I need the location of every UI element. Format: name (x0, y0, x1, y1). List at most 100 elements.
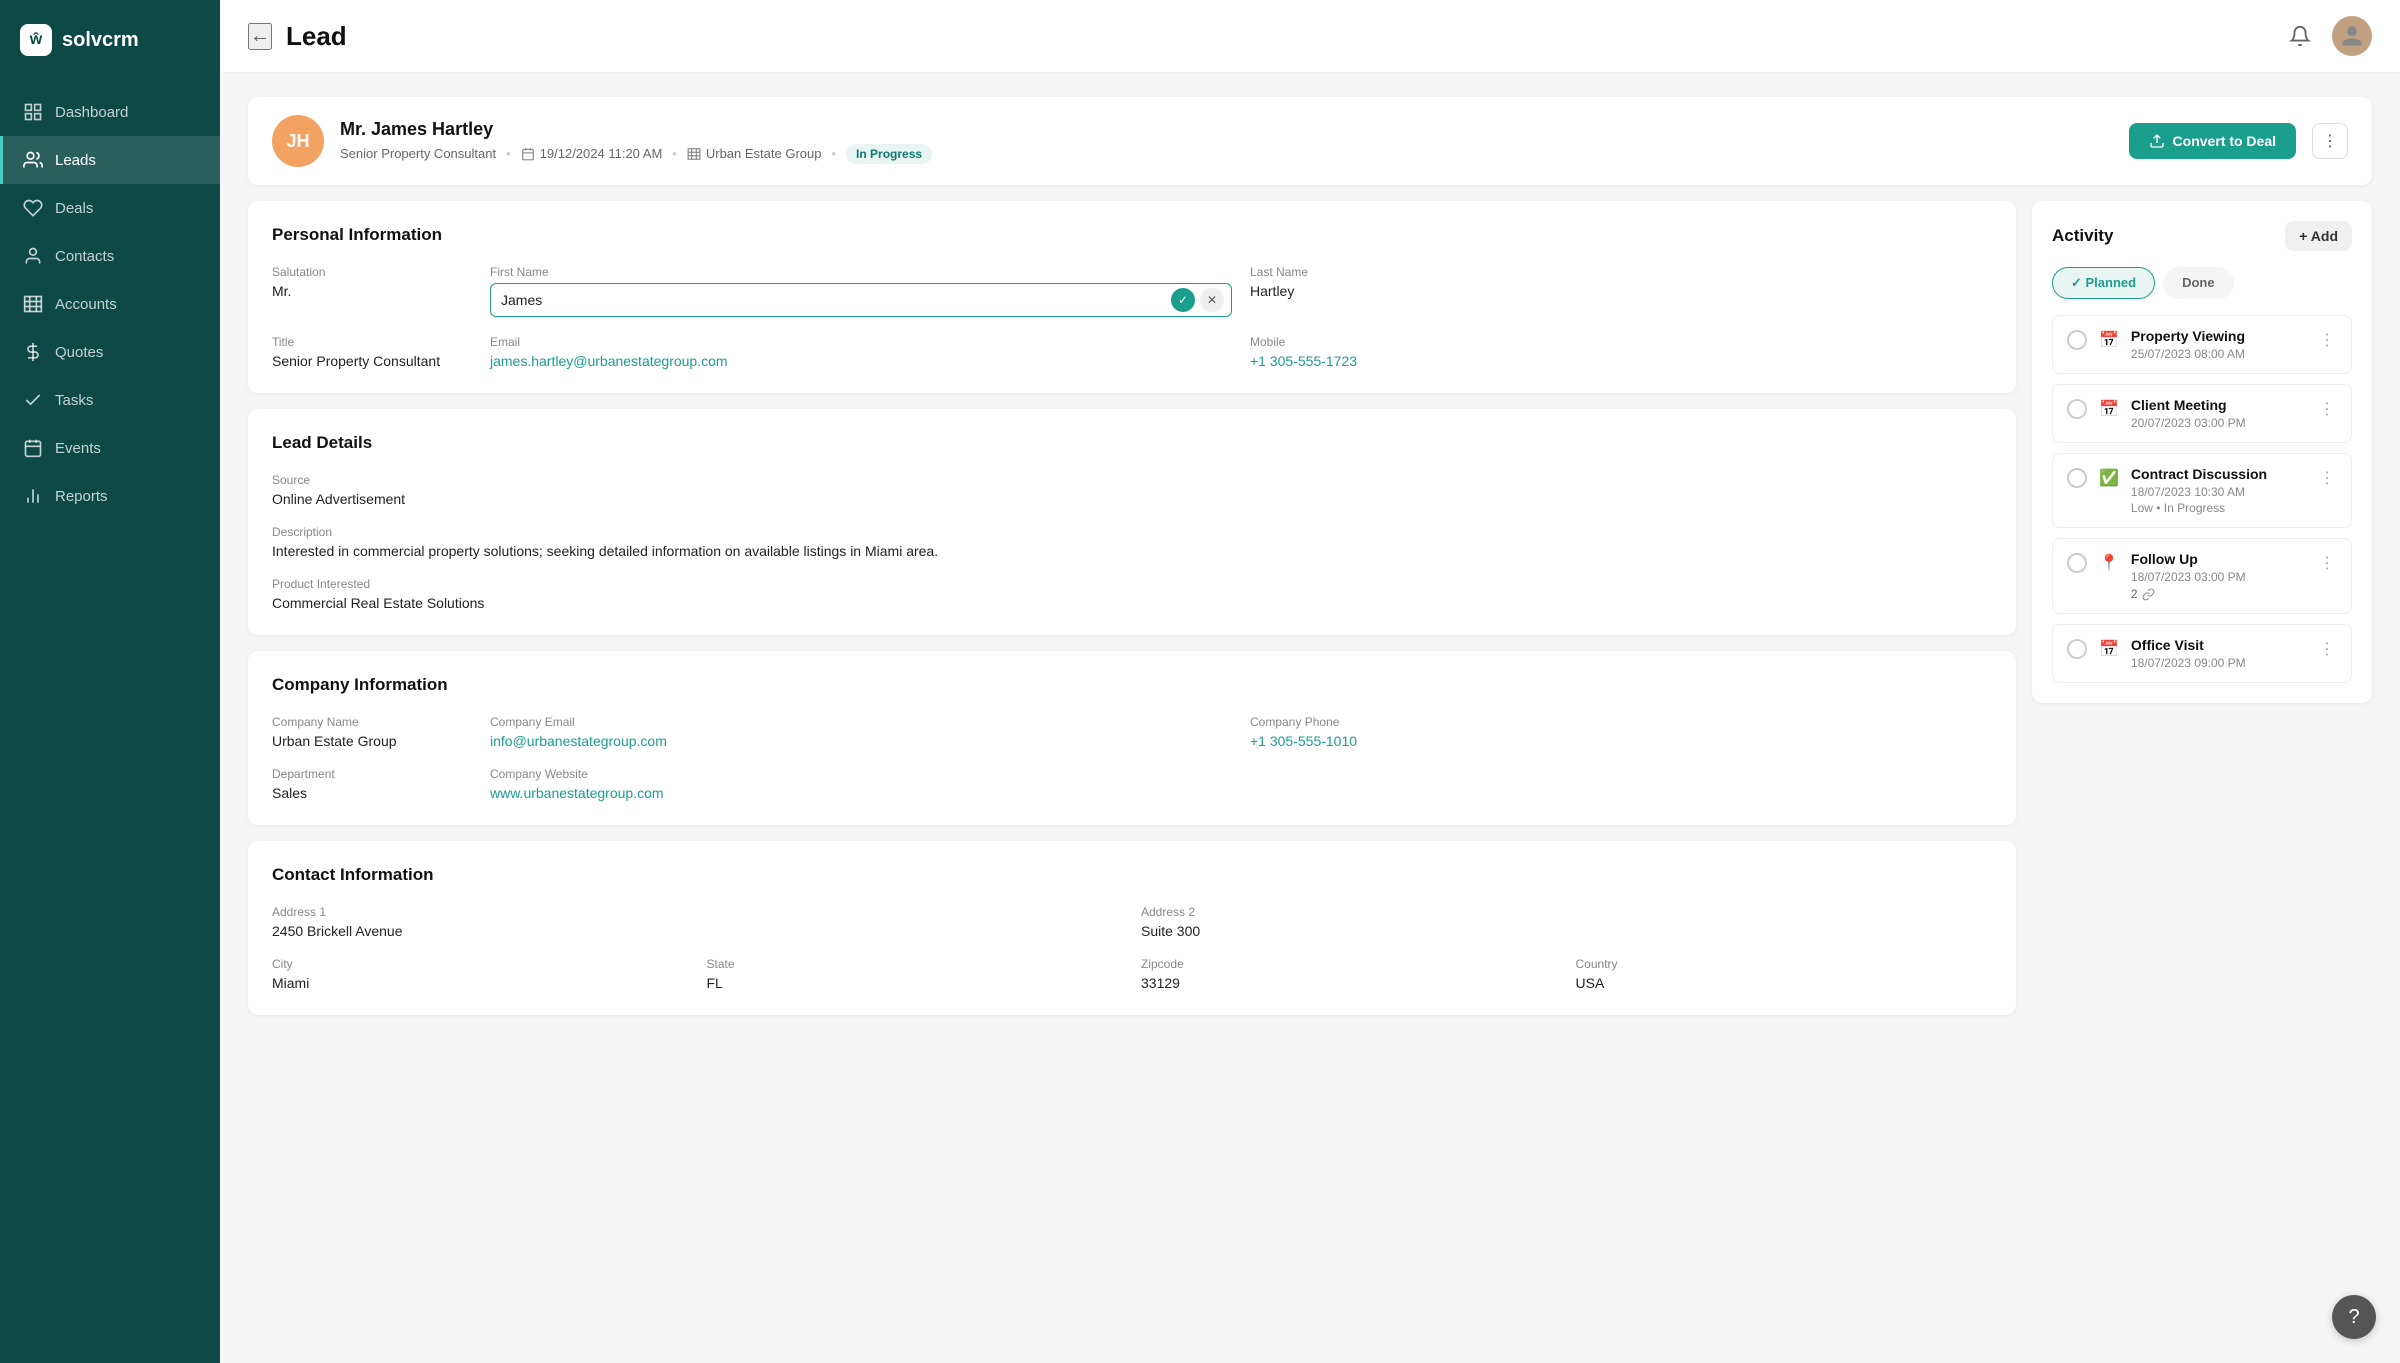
company-email-value: info@urbanestategroup.com (490, 733, 1232, 749)
pin-activity-icon-3: 📍 (2099, 553, 2119, 573)
company-info-section: Company Information Company Name Urban E… (248, 651, 2016, 825)
activity-more-4[interactable]: ⋮ (2317, 637, 2337, 661)
city-label: City (272, 957, 689, 971)
page-header: ← Lead (220, 0, 2400, 73)
building-icon (23, 294, 43, 314)
activity-info-0: Property Viewing 25/07/2023 08:00 AM (2131, 328, 2305, 361)
calendar-small-icon (521, 147, 535, 161)
description-value: Interested in commercial property soluti… (272, 543, 1992, 559)
email-field: Email james.hartley@urbanestategroup.com (490, 335, 1232, 369)
activity-check-0[interactable] (2067, 330, 2087, 350)
sidebar-item-deals[interactable]: Deals (0, 184, 220, 232)
product-field: Product Interested Commercial Real Estat… (272, 577, 1992, 611)
sidebar-item-contacts[interactable]: Contacts (0, 232, 220, 280)
lead-details-section: Lead Details Source Online Advertisement… (248, 409, 2016, 635)
zipcode-field: Zipcode 33129 (1141, 957, 1558, 991)
list-item: ✅ Contract Discussion 18/07/2023 10:30 A… (2052, 453, 2352, 528)
meta-divider-3: • (831, 146, 836, 161)
sidebar-item-accounts[interactable]: Accounts (0, 280, 220, 328)
activity-info-2: Contract Discussion 18/07/2023 10:30 AM … (2131, 466, 2305, 515)
header-right (2282, 16, 2372, 56)
first-name-input[interactable] (490, 283, 1232, 317)
activity-check-1[interactable] (2067, 399, 2087, 419)
person-icon (23, 246, 43, 266)
convert-to-deal-button[interactable]: Convert to Deal (2129, 123, 2296, 159)
sidebar-item-contacts-label: Contacts (55, 248, 114, 265)
sidebar-item-leads[interactable]: Leads (0, 136, 220, 184)
website-field: Company Website www.urbanestategroup.com (490, 767, 1232, 801)
activity-header: Activity + Add (2052, 221, 2352, 251)
activity-more-3[interactable]: ⋮ (2317, 551, 2337, 575)
company-name-value: Urban Estate Group (272, 733, 472, 749)
activity-check-4[interactable] (2067, 639, 2087, 659)
app-name: solvcrm (62, 29, 139, 52)
state-value: FL (707, 975, 1124, 991)
activity-name-1: Client Meeting (2131, 397, 2305, 413)
country-field: Country USA (1576, 957, 1993, 991)
sidebar-item-dashboard-label: Dashboard (55, 104, 128, 121)
lead-avatar: JH (272, 115, 324, 167)
status-badge: In Progress (846, 144, 932, 164)
address2-field: Address 2 Suite 300 (1141, 905, 1992, 939)
first-name-field: First Name ✓ ✕ (490, 265, 1232, 317)
page-title: Lead (286, 21, 347, 52)
company-icon (687, 147, 701, 161)
logo-icon: ŵ (20, 24, 52, 56)
activity-check-3[interactable] (2067, 553, 2087, 573)
activity-name-4: Office Visit (2131, 637, 2305, 653)
calendar-activity-icon-4: 📅 (2099, 639, 2119, 659)
help-button[interactable]: ? (2332, 1295, 2376, 1339)
sidebar-item-events[interactable]: Events (0, 424, 220, 472)
first-name-label: First Name (490, 265, 1232, 279)
sidebar-nav: Dashboard Leads Deals Contacts Accounts … (0, 80, 220, 1363)
lead-header-info: Mr. James Hartley Senior Property Consul… (340, 119, 2113, 164)
tab-planned[interactable]: ✓ Planned (2052, 267, 2155, 299)
sidebar-item-reports[interactable]: Reports (0, 472, 220, 520)
department-label: Department (272, 767, 472, 781)
activity-info-3: Follow Up 18/07/2023 03:00 PM 2 (2131, 551, 2305, 601)
activity-card: Activity + Add ✓ Planned Done (2032, 201, 2372, 703)
last-name-value: Hartley (1250, 283, 1992, 299)
activity-more-2[interactable]: ⋮ (2317, 466, 2337, 490)
title-value: Senior Property Consultant (272, 353, 472, 369)
activity-name-0: Property Viewing (2131, 328, 2305, 344)
back-button[interactable]: ← (248, 23, 272, 50)
country-value: USA (1576, 975, 1993, 991)
cancel-button[interactable]: ✕ (1200, 288, 1224, 312)
tab-done[interactable]: Done (2163, 267, 2234, 299)
notification-bell[interactable] (2282, 18, 2318, 54)
lead-name: Mr. James Hartley (340, 119, 2113, 140)
mobile-field: Mobile +1 305-555-1723 (1250, 335, 1992, 369)
sidebar-item-tasks[interactable]: Tasks (0, 376, 220, 424)
calendar-activity-icon-0: 📅 (2099, 330, 2119, 350)
salutation-value: Mr. (272, 283, 472, 299)
lead-header-card: JH Mr. James Hartley Senior Property Con… (248, 97, 2372, 185)
page-content: JH Mr. James Hartley Senior Property Con… (220, 73, 2400, 1363)
activity-date-3: 18/07/2023 03:00 PM (2131, 570, 2305, 584)
confirm-button[interactable]: ✓ (1171, 288, 1195, 312)
list-item: 📅 Property Viewing 25/07/2023 08:00 AM ⋮ (2052, 315, 2352, 374)
title-label: Title (272, 335, 472, 349)
description-field: Description Interested in commercial pro… (272, 525, 1992, 559)
company-phone-value: +1 305-555-1010 (1250, 733, 1992, 749)
activity-name-3: Follow Up (2131, 551, 2305, 567)
sidebar-item-quotes[interactable]: Quotes (0, 328, 220, 376)
activity-more-1[interactable]: ⋮ (2317, 397, 2337, 421)
activity-date-0: 25/07/2023 08:00 AM (2131, 347, 2305, 361)
more-options-button[interactable]: ⋮ (2312, 123, 2348, 159)
user-avatar[interactable] (2332, 16, 2372, 56)
address1-label: Address 1 (272, 905, 1123, 919)
mobile-label: Mobile (1250, 335, 1992, 349)
company-phone-field: Company Phone +1 305-555-1010 (1250, 715, 1992, 749)
activity-more-0[interactable]: ⋮ (2317, 328, 2337, 352)
sidebar: ŵ solvcrm Dashboard Leads Deals Contacts… (0, 0, 220, 1363)
activity-panel: Activity + Add ✓ Planned Done (2032, 201, 2372, 1339)
activity-date-1: 20/07/2023 03:00 PM (2131, 416, 2305, 430)
activity-title: Activity (2052, 226, 2113, 246)
sidebar-item-dashboard[interactable]: Dashboard (0, 88, 220, 136)
mobile-value: +1 305-555-1723 (1250, 353, 1992, 369)
sidebar-item-accounts-label: Accounts (55, 296, 117, 313)
add-activity-button[interactable]: + Add (2285, 221, 2352, 251)
company-email-field: Company Email info@urbanestategroup.com (490, 715, 1232, 749)
activity-check-2[interactable] (2067, 468, 2087, 488)
